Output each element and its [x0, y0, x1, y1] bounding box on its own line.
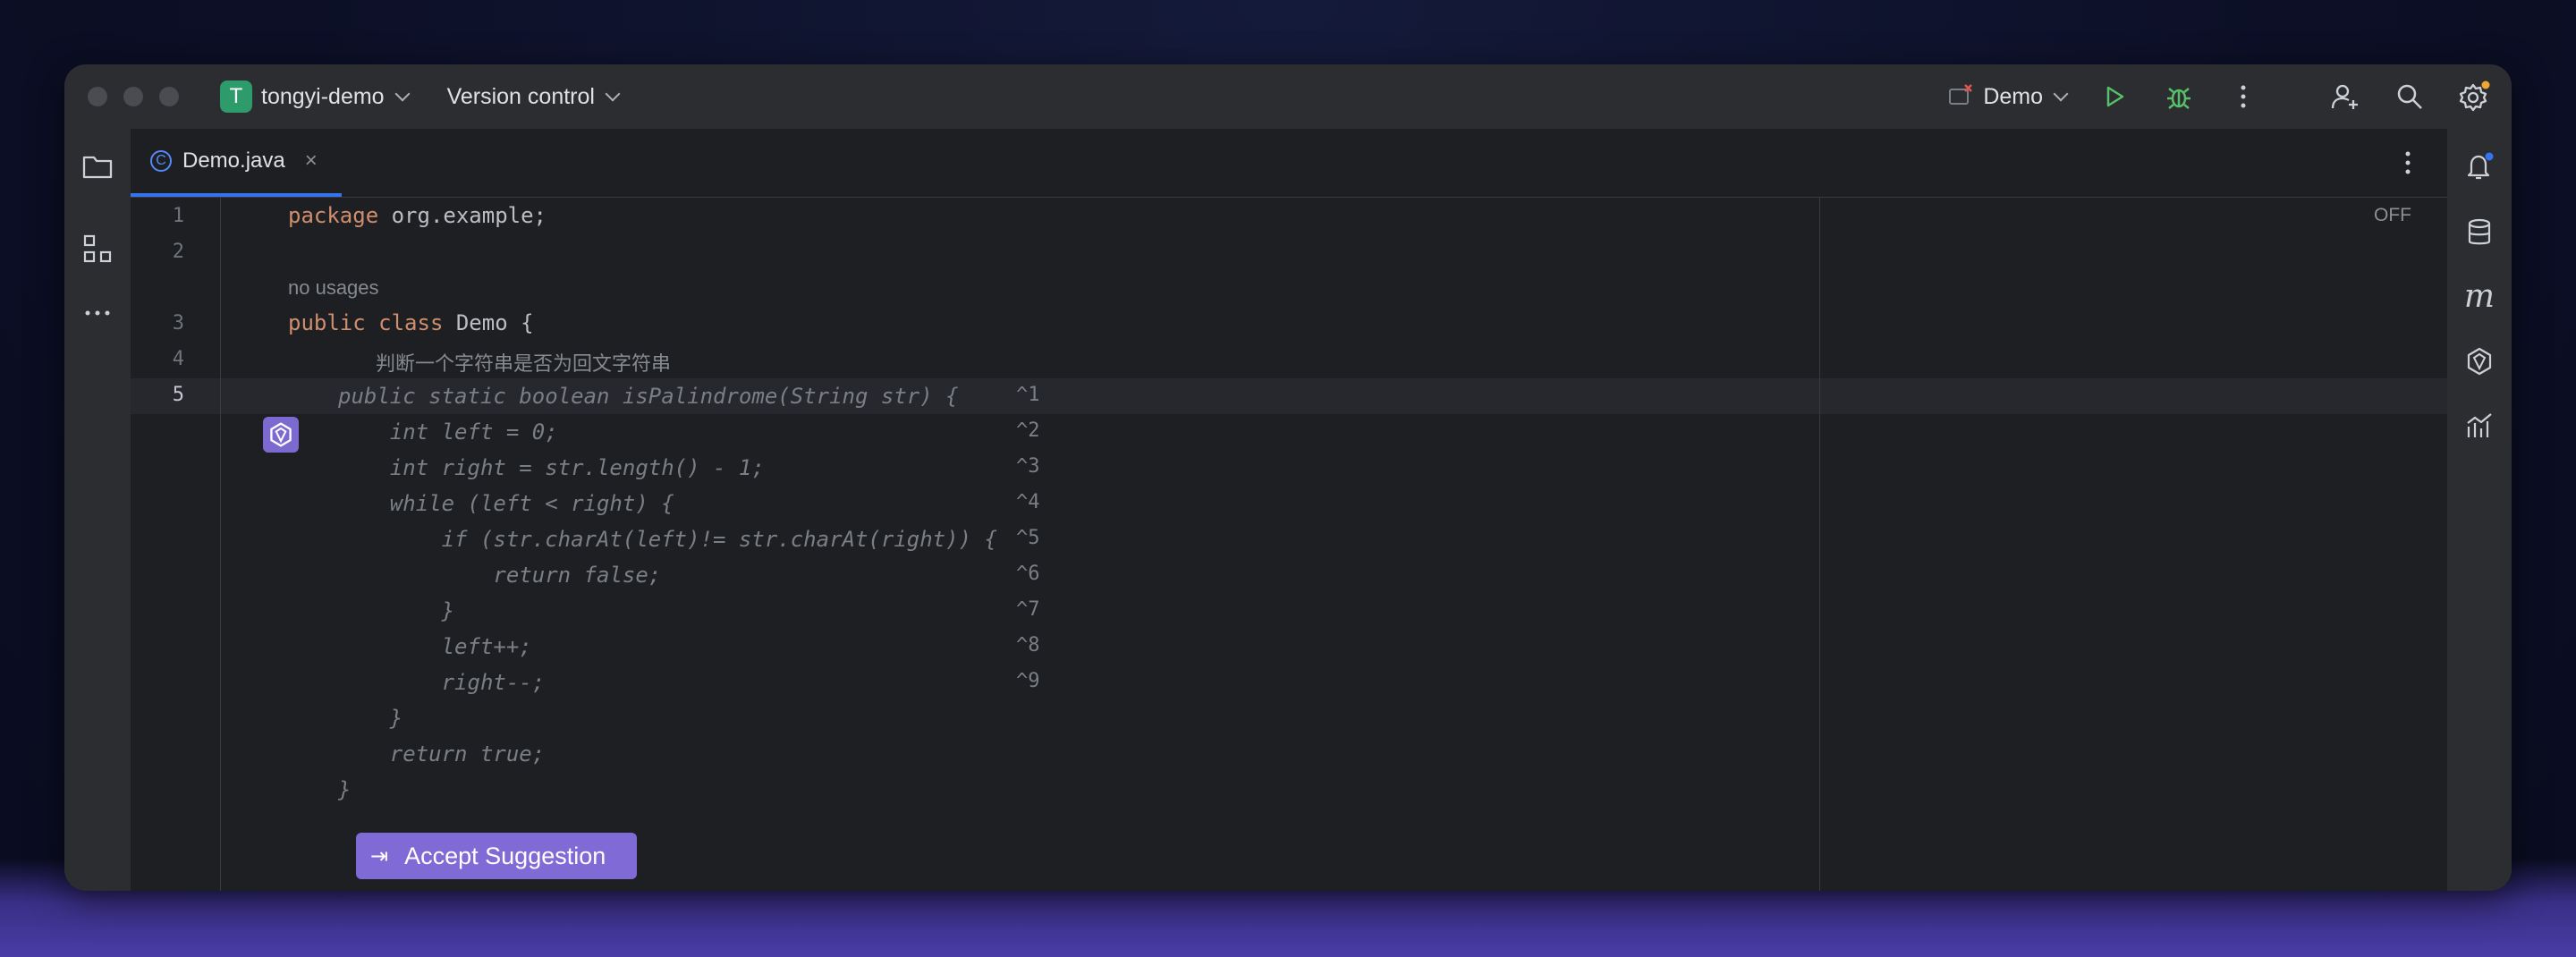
zoom-window-button[interactable] — [159, 87, 179, 106]
keyword: public class — [288, 310, 444, 335]
close-tab-icon[interactable]: × — [305, 148, 318, 174]
suggestion-shortcut: ^6 — [1016, 563, 1040, 585]
project-badge: T — [220, 80, 252, 113]
database-tool-button[interactable] — [2462, 215, 2497, 250]
suggestion-line: public static boolean isPalindrome(Strin… — [338, 384, 959, 409]
debug-icon — [2167, 88, 2190, 109]
structure-tool-button[interactable] — [80, 231, 115, 267]
search-button[interactable] — [2392, 79, 2428, 114]
code-line[interactable]: package org.example; — [288, 203, 547, 228]
run-configuration-selector[interactable]: Demo — [1947, 83, 2069, 110]
comment-prompt: 判断一个字符串是否为回文字符串 — [376, 352, 672, 375]
run-config-label: Demo — [1983, 83, 2043, 109]
suggestion-line: if (str.charAt(left)!= str.charAt(right)… — [338, 527, 997, 552]
notifications-button[interactable] — [2462, 148, 2497, 184]
left-toolbar — [64, 129, 131, 891]
add-user-button[interactable] — [2327, 79, 2363, 114]
minimize-window-button[interactable] — [123, 87, 143, 106]
suggestion-line: return false; — [338, 563, 662, 588]
line-number: 3 — [172, 312, 184, 335]
usage-hint[interactable]: no usages — [288, 276, 379, 300]
suggestion-line: int left = 0; — [338, 419, 558, 445]
keyword: package — [288, 203, 379, 228]
more-horizontal-icon — [85, 310, 110, 316]
more-actions-button[interactable] — [2225, 79, 2261, 114]
tab-label: Demo.java — [182, 148, 285, 173]
suggestion-shortcut: ^1 — [1016, 384, 1040, 406]
structure-icon — [83, 234, 112, 263]
notifications-icon — [2467, 152, 2494, 180]
line-number: 5 — [172, 384, 184, 406]
version-control-menu[interactable]: Version control — [446, 83, 621, 110]
run-icon — [2106, 86, 2124, 107]
add-user-icon — [2331, 84, 2358, 109]
database-icon — [2468, 218, 2491, 245]
suggestion-line: right--; — [338, 670, 546, 695]
suggestion-line: left++; — [338, 634, 532, 659]
ide-window: T tongyi-demo Version control Demo m C D… — [64, 64, 2512, 891]
line-number: 4 — [172, 348, 184, 370]
accept-suggestion-label: Accept Suggestion — [404, 842, 606, 869]
suggestion-shortcut: ^5 — [1016, 527, 1040, 549]
titlebar-actions: Demo — [1947, 64, 2512, 129]
close-window-button[interactable] — [88, 87, 107, 106]
code-line[interactable]: public class Demo { — [288, 310, 534, 335]
line-number: 1 — [172, 205, 184, 227]
suggestion-shortcut: ^9 — [1016, 670, 1040, 692]
search-icon — [2397, 84, 2422, 109]
accept-suggestion-button[interactable]: ⇥ Accept Suggestion — [356, 833, 637, 879]
titlebar: T tongyi-demo Version control Demo — [64, 64, 2512, 129]
more-vertical-icon — [2405, 151, 2411, 174]
project-tool-button[interactable] — [80, 148, 115, 184]
suggestion-line: int right = str.length() - 1; — [338, 455, 765, 480]
suggestion-shortcut: ^8 — [1016, 634, 1040, 656]
project-name: tongyi-demo — [261, 83, 385, 109]
debug-button[interactable] — [2161, 79, 2197, 114]
suggestion-shortcut: ^2 — [1016, 419, 1040, 442]
maven-icon: m — [2463, 278, 2496, 315]
suggestion-line: } — [338, 598, 455, 623]
java-class-icon: C — [150, 150, 172, 172]
chevron-down-icon — [2053, 86, 2069, 102]
more-vertical-icon — [2241, 85, 2246, 108]
code-editor[interactable]: OFF 1 2 3 4 5 package org.example; no us… — [131, 198, 2447, 891]
line-number: 2 — [172, 241, 184, 263]
run-button[interactable] — [2097, 79, 2132, 114]
profiler-tool-button[interactable] — [2462, 408, 2497, 444]
right-margin-guide — [1819, 198, 1820, 891]
code-text: org.example; — [378, 203, 547, 228]
code-text: Demo { — [443, 310, 534, 335]
maven-tool-button[interactable]: m — [2462, 279, 2497, 315]
chevron-down-icon — [605, 86, 621, 102]
project-selector[interactable]: T tongyi-demo — [220, 80, 411, 113]
suggestion-shortcut: ^7 — [1016, 598, 1040, 621]
suggestion-shortcut: ^4 — [1016, 491, 1040, 513]
tongyi-ai-badge[interactable] — [263, 417, 299, 453]
settings-icon — [2459, 80, 2490, 112]
version-control-label: Version control — [446, 83, 595, 109]
suggestion-line: } — [338, 706, 403, 731]
run-config-icon — [1949, 84, 1973, 105]
right-toolbar: m — [2447, 129, 2512, 891]
window-controls — [88, 87, 179, 106]
gutter-divider — [220, 198, 221, 891]
inspection-status[interactable]: OFF — [2374, 205, 2411, 226]
tab-key-icon: ⇥ — [370, 843, 389, 868]
chevron-down-icon — [394, 86, 411, 102]
tongyi-icon — [2467, 347, 2492, 376]
tongyi-icon — [270, 422, 292, 447]
editor-tabs: C Demo.java × — [131, 129, 2447, 198]
suggestion-line: while (left < right) { — [338, 491, 674, 516]
profiler-icon — [2467, 413, 2492, 437]
tab-options-button[interactable] — [2390, 145, 2426, 181]
suggestion-line: return true; — [338, 741, 546, 766]
tongyi-tool-button[interactable] — [2462, 343, 2497, 379]
folder-icon — [82, 156, 113, 179]
suggestion-shortcut: ^3 — [1016, 455, 1040, 478]
tab-demo-java[interactable]: C Demo.java × — [131, 129, 342, 197]
settings-button[interactable] — [2456, 79, 2492, 114]
more-tools-button[interactable] — [80, 295, 115, 331]
suggestion-line: } — [338, 777, 352, 802]
